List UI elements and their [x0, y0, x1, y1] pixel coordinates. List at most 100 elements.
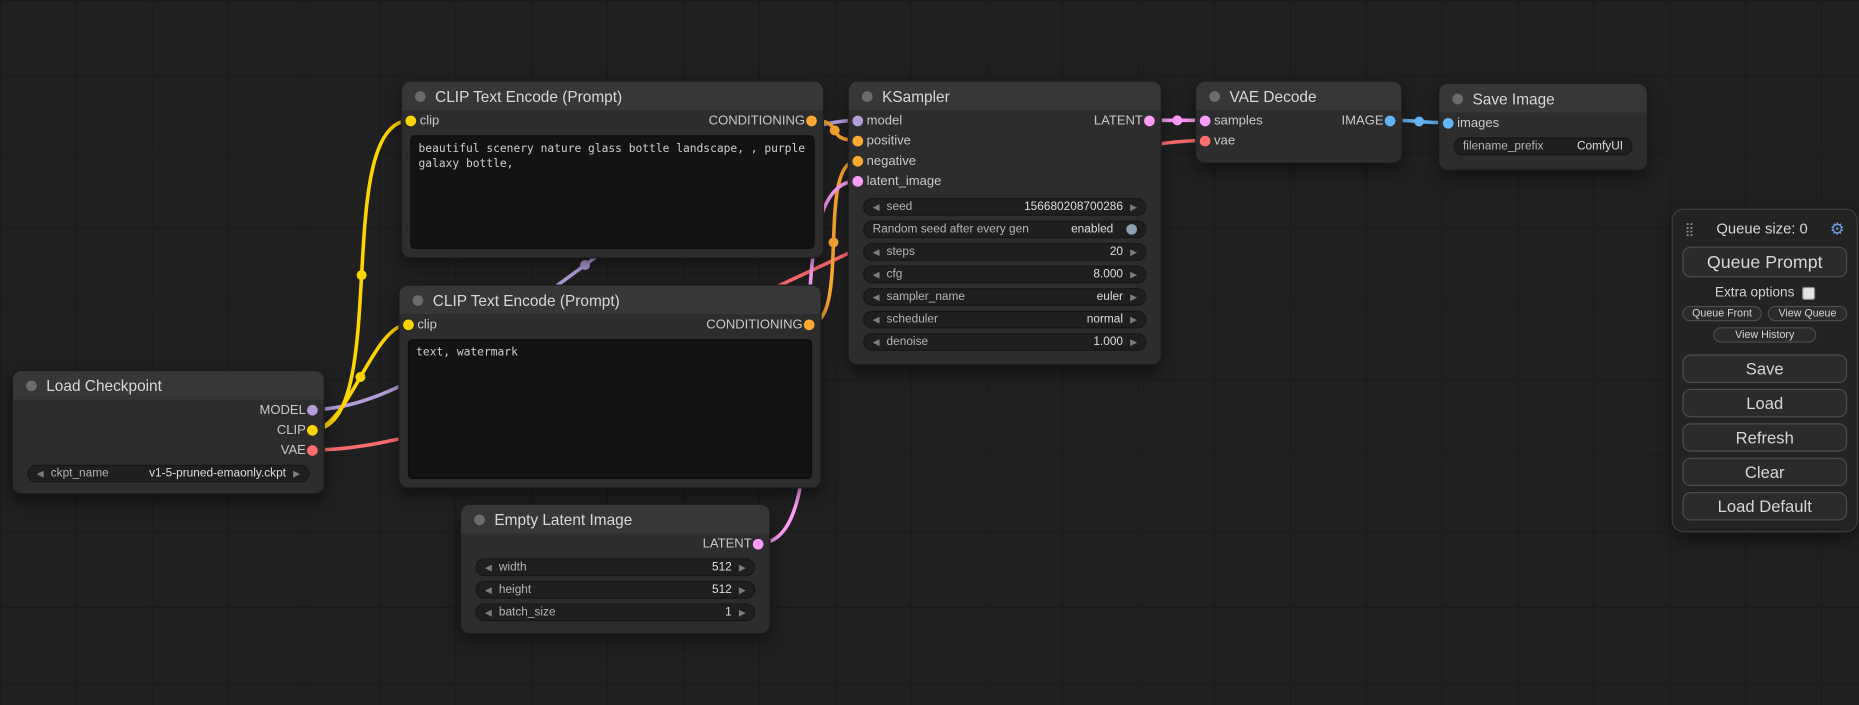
widget-label: height [499, 583, 531, 596]
sampler-name-widget[interactable]: ◀ sampler_name euler ▶ [863, 288, 1146, 306]
batch-size-widget[interactable]: ◀ batch_size 1 ▶ [475, 603, 755, 621]
arrow-right-icon[interactable]: ▶ [1130, 338, 1137, 347]
load-button[interactable]: Load [1682, 389, 1847, 417]
arrow-right-icon[interactable]: ▶ [739, 563, 746, 572]
collapse-dot-icon[interactable] [415, 91, 426, 102]
clip-input-port[interactable] [405, 115, 416, 126]
queue-front-button[interactable]: Queue Front [1682, 306, 1761, 321]
collapse-dot-icon[interactable] [474, 514, 485, 525]
arrow-right-icon[interactable]: ▶ [739, 585, 746, 594]
images-input-port[interactable] [1443, 117, 1454, 128]
widget-value[interactable]: v1-5-pruned-emaonly.ckpt [149, 467, 286, 480]
output-label: VAE [281, 443, 306, 457]
width-widget[interactable]: ◀ width 512 ▶ [475, 558, 755, 576]
arrow-left-icon[interactable]: ◀ [37, 469, 44, 478]
model-output-port[interactable] [307, 404, 318, 415]
cfg-widget[interactable]: ◀ cfg 8.000 ▶ [863, 266, 1146, 284]
collapse-dot-icon[interactable] [26, 380, 37, 391]
arrow-right-icon[interactable]: ▶ [1130, 293, 1137, 302]
vae-input-port[interactable] [1200, 135, 1211, 146]
widget-value[interactable]: euler [1097, 290, 1123, 303]
conditioning-output-port[interactable] [804, 319, 815, 330]
arrow-right-icon[interactable]: ▶ [1130, 202, 1137, 211]
load-default-button[interactable]: Load Default [1682, 492, 1847, 520]
node-save-image[interactable]: Save Image images filename_prefix ComfyU… [1438, 83, 1648, 171]
negative-prompt-textarea[interactable]: text, watermark [408, 339, 812, 479]
clip-output-port[interactable] [307, 424, 318, 435]
model-input-port[interactable] [852, 115, 863, 126]
widget-value[interactable]: 1.000 [1093, 336, 1123, 349]
node-clip-text-encode-positive[interactable]: CLIP Text Encode (Prompt) clip CONDITION… [401, 81, 824, 259]
latent-image-input-port[interactable] [852, 175, 863, 186]
denoise-widget[interactable]: ◀ denoise 1.000 ▶ [863, 333, 1146, 351]
arrow-left-icon[interactable]: ◀ [485, 563, 492, 572]
latent-output-port[interactable] [753, 538, 764, 549]
arrow-left-icon[interactable]: ◀ [485, 585, 492, 594]
seed-widget[interactable]: ◀ seed 156680208700286 ▶ [863, 198, 1146, 216]
node-load-checkpoint[interactable]: Load Checkpoint MODEL CLIP VAE ◀ ckpt_na… [12, 370, 325, 494]
extra-options-checkbox[interactable] [1802, 286, 1815, 299]
latent-output-port[interactable] [1144, 115, 1155, 126]
node-ksampler[interactable]: KSampler model LATENT positive negative … [848, 81, 1162, 366]
node-vae-decode[interactable]: VAE Decode samples IMAGE vae [1195, 81, 1402, 164]
image-output-port[interactable] [1385, 115, 1396, 126]
filename-prefix-widget[interactable]: filename_prefix ComfyUI [1454, 138, 1633, 156]
collapse-dot-icon[interactable] [1452, 93, 1463, 104]
output-row: LATENT [461, 534, 769, 554]
io-row: latent_image [849, 171, 1161, 191]
arrow-right-icon[interactable]: ▶ [1130, 247, 1137, 256]
widget-value[interactable]: ComfyUI [1577, 140, 1623, 153]
positive-prompt-textarea[interactable]: beautiful scenery nature glass bottle la… [410, 135, 814, 249]
io-row: clip CONDITIONING [402, 110, 823, 130]
refresh-button[interactable]: Refresh [1682, 423, 1847, 451]
arrow-left-icon[interactable]: ◀ [873, 293, 880, 302]
collapse-dot-icon[interactable] [1209, 91, 1220, 102]
widget-value[interactable]: 1 [725, 606, 732, 619]
arrow-right-icon[interactable]: ▶ [1130, 315, 1137, 324]
arrow-left-icon[interactable]: ◀ [873, 247, 880, 256]
node-canvas[interactable]: Load Checkpoint MODEL CLIP VAE ◀ ckpt_na… [0, 0, 1859, 705]
widget-value[interactable]: 512 [712, 561, 732, 574]
node-clip-text-encode-negative[interactable]: CLIP Text Encode (Prompt) clip CONDITION… [398, 285, 821, 489]
collapse-dot-icon[interactable] [413, 295, 424, 306]
vae-output-port[interactable] [307, 445, 318, 456]
arrow-left-icon[interactable]: ◀ [873, 270, 880, 279]
arrow-left-icon[interactable]: ◀ [485, 608, 492, 617]
widget-label: filename_prefix [1463, 140, 1543, 153]
random-seed-toggle-widget[interactable]: Random seed after every gen enabled [863, 221, 1146, 239]
height-widget[interactable]: ◀ height 512 ▶ [475, 581, 755, 599]
drag-handle-icon[interactable]: ⣿ [1685, 221, 1695, 236]
widget-value[interactable]: enabled [1071, 223, 1113, 236]
arrow-left-icon[interactable]: ◀ [873, 338, 880, 347]
node-empty-latent-image[interactable]: Empty Latent Image LATENT ◀ width 512 ▶ … [460, 504, 771, 634]
steps-widget[interactable]: ◀ steps 20 ▶ [863, 243, 1146, 261]
arrow-right-icon[interactable]: ▶ [293, 469, 300, 478]
scheduler-widget[interactable]: ◀ scheduler normal ▶ [863, 311, 1146, 329]
widget-value[interactable]: 20 [1110, 245, 1123, 258]
collapse-dot-icon[interactable] [862, 91, 873, 102]
toggle-dot-icon[interactable] [1126, 224, 1137, 235]
output-label: LATENT [703, 536, 752, 550]
widget-value[interactable]: 512 [712, 583, 732, 596]
widget-value[interactable]: 8.000 [1093, 268, 1123, 281]
widget-value[interactable]: 156680208700286 [1024, 200, 1123, 213]
arrow-right-icon[interactable]: ▶ [1130, 270, 1137, 279]
negative-input-port[interactable] [852, 155, 863, 166]
input-label: images [1457, 116, 1499, 130]
arrow-left-icon[interactable]: ◀ [873, 202, 880, 211]
queue-prompt-button[interactable]: Queue Prompt [1682, 247, 1847, 278]
save-button[interactable]: Save [1682, 354, 1847, 382]
settings-gear-icon[interactable]: ⚙ [1830, 219, 1845, 239]
arrow-left-icon[interactable]: ◀ [873, 315, 880, 324]
clip-input-port[interactable] [403, 319, 414, 330]
view-queue-button[interactable]: View Queue [1768, 306, 1847, 321]
output-label: CONDITIONING [709, 113, 805, 127]
ckpt-name-widget[interactable]: ◀ ckpt_name v1-5-pruned-emaonly.ckpt ▶ [27, 465, 309, 483]
view-history-button[interactable]: View History [1714, 327, 1816, 342]
clear-button[interactable]: Clear [1682, 458, 1847, 486]
conditioning-output-port[interactable] [806, 115, 817, 126]
positive-input-port[interactable] [852, 135, 863, 146]
arrow-right-icon[interactable]: ▶ [739, 608, 746, 617]
samples-input-port[interactable] [1200, 115, 1211, 126]
widget-value[interactable]: normal [1087, 313, 1123, 326]
